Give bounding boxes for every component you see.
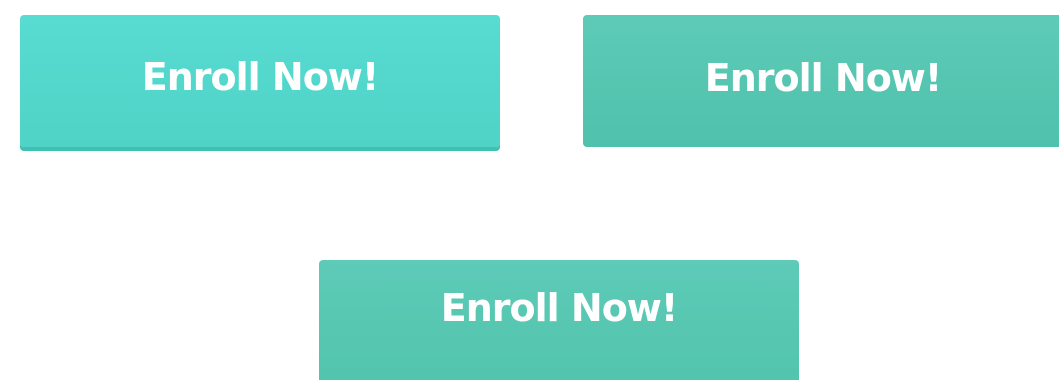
enroll-now-button-label: Enroll Now! [440,286,678,330]
enroll-now-button-default[interactable]: Enroll Now! [20,15,500,147]
enroll-now-button-active[interactable]: Enroll Now! [319,260,799,380]
enroll-now-button-label: Enroll Now! [141,55,379,99]
enroll-now-button-hover[interactable]: Enroll Now! [583,15,1059,147]
enroll-now-button-label: Enroll Now! [704,56,942,100]
